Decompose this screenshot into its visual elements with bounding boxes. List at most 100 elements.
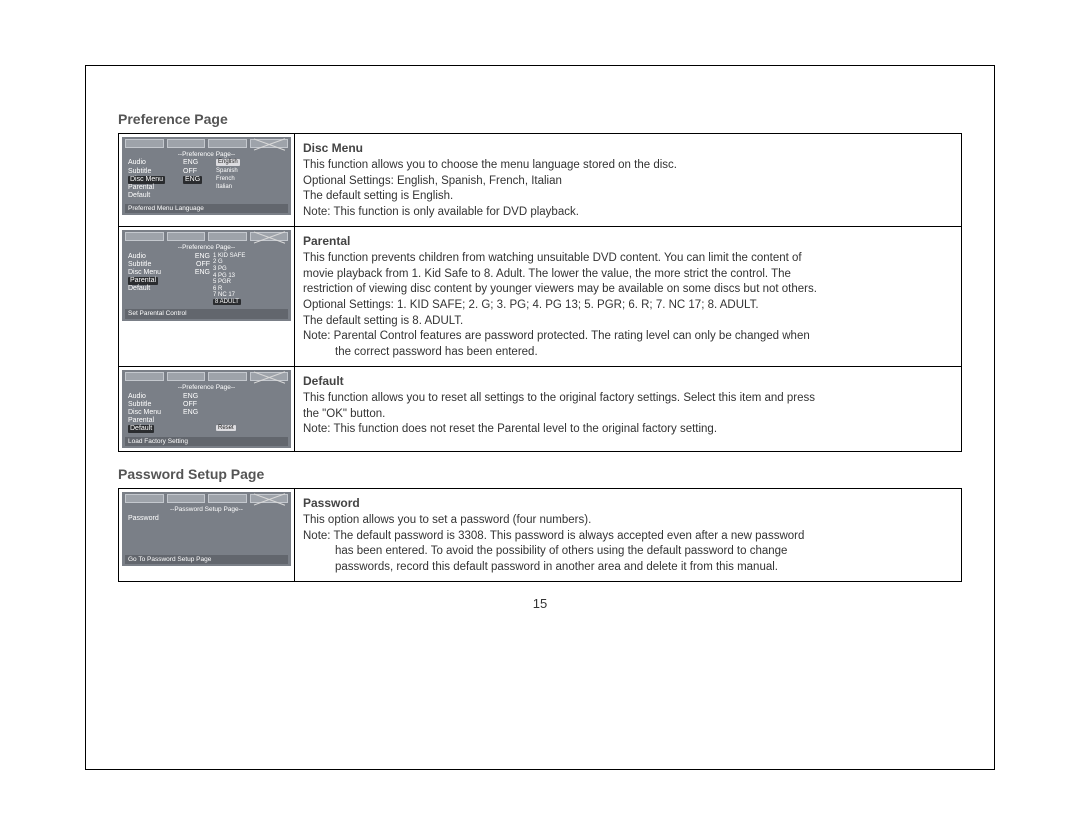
page-frame: Preference Page --Preference Page-- Audi… [85,65,995,770]
osd-header: --Password Setup Page-- [125,505,288,514]
osd-item-label: Parental [128,417,180,425]
osd-tab-disabled-icon [250,232,289,241]
desc-line: restriction of viewing disc content by y… [303,282,953,298]
osd-tab-icon [208,494,247,503]
osd-item-label: Subtitle [128,261,151,269]
osd-default: --Preference Page-- AudioENG SubtitleOFF… [122,370,291,448]
desc-line: passwords, record this default password … [303,560,953,576]
desc-heading: Parental [303,233,953,249]
desc-line: Optional Settings: English, Spanish, Fre… [303,174,953,190]
osd-rating: 3 PG [213,266,285,273]
desc-line: Note: Parental Control features are pass… [303,329,953,345]
osd-item-option: Spanish [216,168,285,175]
desc-default: Default This function allows you to rese… [295,367,962,452]
osd-item-label: Default [128,192,180,200]
osd-item-value: ENG [195,269,210,277]
osd-password: --Password Setup Page-- Password Go To P… [122,492,291,566]
row-disc-menu: --Preference Page-- AudioENGEnglish Subt… [119,134,962,227]
osd-footer: Load Factory Setting [125,437,288,446]
osd-item-value: ENG [183,409,213,417]
osd-cell-password: --Password Setup Page-- Password Go To P… [119,489,295,582]
desc-line: The default setting is 8. ADULT. [303,314,953,330]
osd-item-label: Password [128,515,180,523]
osd-tab-icon [125,372,164,381]
osd-tab-disabled-icon [250,494,289,503]
osd-rating: 6 R [213,286,285,293]
desc-line: This function allows you to reset all se… [303,391,953,407]
osd-tab-icon [208,232,247,241]
desc-line: the correct password has been entered. [303,345,953,361]
osd-item-value: ENG [183,176,202,184]
osd-tab-icon [208,139,247,148]
osd-item-value: OFF [196,261,210,269]
osd-tab-icon [167,139,206,148]
osd-cell-disc-menu: --Preference Page-- AudioENGEnglish Subt… [119,134,295,227]
osd-item-label: Audio [128,253,146,261]
osd-item-label: Parental [128,277,158,285]
osd-item-value: ENG [195,253,210,261]
osd-tab-icon [167,494,206,503]
desc-parental: Parental This function prevents children… [295,227,962,367]
osd-tab-icon [167,372,206,381]
osd-item-label: Disc Menu [128,409,180,417]
osd-disc-menu: --Preference Page-- AudioENGEnglish Subt… [122,137,291,215]
osd-item-value: ENG [183,159,213,167]
desc-heading: Password [303,495,953,511]
osd-item-label: Subtitle [128,401,180,409]
osd-item-value: ENG [183,393,213,401]
osd-item-label: Default [128,285,150,292]
osd-footer: Go To Password Setup Page [125,555,288,564]
row-default: --Preference Page-- AudioENG SubtitleOFF… [119,367,962,452]
osd-item-value: OFF [183,401,213,409]
section-title-preference: Preference Page [118,111,962,127]
osd-cell-default: --Preference Page-- AudioENG SubtitleOFF… [119,367,295,452]
desc-heading: Disc Menu [303,140,953,156]
osd-tab-icon [125,494,164,503]
desc-line: Note: This function is only available fo… [303,205,953,221]
section-title-password: Password Setup Page [118,466,962,482]
desc-line: Optional Settings: 1. KID SAFE; 2. G; 3.… [303,298,953,314]
row-parental: --Preference Page-- AudioENG SubtitleOFF… [119,227,962,367]
desc-line: The default setting is English. [303,189,953,205]
osd-header: --Preference Page-- [125,383,288,392]
desc-line: This function allows you to choose the m… [303,158,953,174]
osd-tab-disabled-icon [250,372,289,381]
osd-parental: --Preference Page-- AudioENG SubtitleOFF… [122,230,291,321]
desc-line: Note: The default password is 3308. This… [303,529,953,545]
osd-tab-disabled-icon [250,139,289,148]
osd-rating: 1 KID SAFE [213,253,285,260]
osd-item-label: Audio [128,393,180,401]
osd-item-value: Reset [216,425,236,432]
password-table: --Password Setup Page-- Password Go To P… [118,488,962,582]
desc-line: movie playback from 1. Kid Safe to 8. Ad… [303,267,953,283]
osd-rating: 7 NC 17 [213,292,285,299]
osd-item-label: Subtitle [128,168,180,176]
desc-line: the "OK" button. [303,407,953,423]
desc-line: This function prevents children from wat… [303,251,953,267]
osd-item-label: Audio [128,159,180,167]
page-content: Preference Page --Preference Page-- Audi… [118,111,962,611]
desc-heading: Default [303,373,953,389]
osd-item-label: Parental [128,184,180,192]
osd-footer: Preferred Menu Language [125,204,288,213]
osd-item-option: French [216,176,285,183]
osd-item-label: Disc Menu [128,269,161,277]
osd-rating: 5 PGR [213,279,285,286]
osd-tab-icon [125,139,164,148]
desc-disc-menu: Disc Menu This function allows you to ch… [295,134,962,227]
osd-item-option: Italian [216,184,285,191]
osd-tab-icon [125,232,164,241]
osd-rating: 2 G [213,259,285,266]
osd-item-option: English [216,159,240,166]
page-number: 15 [118,596,962,611]
osd-cell-parental: --Preference Page-- AudioENG SubtitleOFF… [119,227,295,367]
desc-line: This option allows you to set a password… [303,513,953,529]
osd-tab-icon [167,232,206,241]
row-password: --Password Setup Page-- Password Go To P… [119,489,962,582]
desc-line: has been entered. To avoid the possibili… [303,544,953,560]
osd-rating: 4 PG 13 [213,273,285,280]
preference-table: --Preference Page-- AudioENGEnglish Subt… [118,133,962,452]
desc-line: Note: This function does not reset the P… [303,422,953,438]
desc-password: Password This option allows you to set a… [295,489,962,582]
osd-header: --Preference Page-- [125,150,288,159]
